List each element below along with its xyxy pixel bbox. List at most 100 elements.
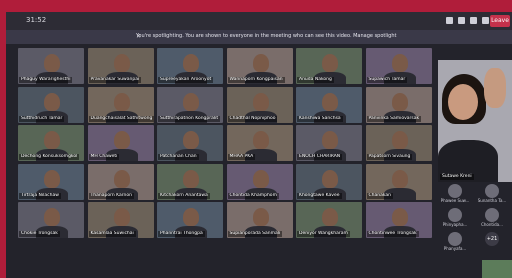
- participant-head: [252, 208, 269, 226]
- participant-tile[interactable]: Phaguy Wararighesthi: [18, 48, 84, 84]
- participant-tile[interactable]: Chontida Khamphom: [226, 163, 293, 200]
- meeting-timer: 31:52: [26, 16, 47, 24]
- participant-name: Pravanakar Suwanpai: [88, 77, 142, 83]
- participant-head: [44, 169, 60, 188]
- camera-icon[interactable]: [470, 17, 477, 24]
- participant-tile[interactable]: Chadthal Nopniphoo: [226, 86, 293, 123]
- participant-tile[interactable]: Kitchakorn Anantawa: [157, 163, 223, 200]
- spotlight-banner: You're spotlighting. You are shown to ev…: [6, 30, 512, 44]
- participant-tile[interactable]: Chontinwee Trongsak: [365, 202, 432, 238]
- participant-name: Supianporada Sanmali: [227, 231, 283, 237]
- participant-tile[interactable]: Tirtraja Nilachaw: [18, 163, 84, 200]
- participant-name: Tirtraja Nilachaw: [19, 192, 61, 199]
- participant-tile[interactable]: ENOCH CHARIRAN: [296, 125, 362, 161]
- participant-tile[interactable]: Chokie Trongsak: [18, 202, 84, 238]
- chat-icon[interactable]: [446, 17, 453, 24]
- participant-head: [322, 92, 338, 111]
- participant-name: Papatsorn Sivaung: [366, 154, 413, 160]
- leave-button[interactable]: Leave: [490, 15, 510, 27]
- avatar: [448, 232, 462, 246]
- participant-tile[interactable]: Anuda Nakong: [296, 48, 362, 84]
- participant-name: ENOCH CHARIRAN: [297, 154, 343, 160]
- participant-head: [113, 131, 130, 149]
- participant-tile[interactable]: Deniyor Wangkharam: [296, 202, 362, 238]
- side-participant[interactable]: Phinyapha...: [438, 208, 472, 230]
- participant-head: [113, 169, 130, 188]
- side-participant[interactable]: Phawee Suw...: [438, 184, 472, 206]
- avatar: [448, 184, 462, 198]
- participant-tile[interactable]: Sutthirapatnon Kongpralit: [157, 86, 223, 123]
- participant-tile[interactable]: Dechong Konsuksomgkol: [18, 125, 84, 161]
- participant-name: Duangchaisalat Sathitwong: [88, 115, 154, 122]
- participant-head: [391, 169, 408, 188]
- participant-tile[interactable]: Khongtawe Kavee: [296, 163, 362, 200]
- avatar: [485, 208, 499, 222]
- side-participant[interactable]: Phanyafa...: [438, 232, 472, 254]
- participant-tile[interactable]: Sutthidruch Tamar: [18, 86, 84, 123]
- participant-head: [252, 169, 269, 188]
- side-participant[interactable]: +21: [475, 232, 509, 254]
- participant-tile[interactable]: Patchanan Chan: [157, 125, 223, 161]
- participant-name: Anuda Nakong: [297, 77, 334, 83]
- mic-icon[interactable]: [482, 17, 489, 24]
- video-grid: Phaguy Wararighesthi Pravanakar Suwanpai S…: [18, 48, 436, 278]
- participant-head: [183, 208, 199, 226]
- participant-name: Chontida Khamphom: [227, 192, 279, 199]
- participant-tile[interactable]: MHAA PKA: [226, 125, 293, 161]
- people-icon[interactable]: [458, 17, 465, 24]
- participant-tile[interactable]: Kasamlaa Suwichai: [87, 202, 154, 238]
- side-participant[interactable]: Chontida...: [475, 208, 509, 230]
- avatar: [448, 208, 462, 222]
- participant-head: [391, 54, 408, 72]
- participant-head: [113, 54, 130, 72]
- participant-name: Thanaporn Karnon: [88, 192, 134, 199]
- teams-meeting-window: 31:52 Leave You're spotlighting. You are…: [6, 12, 512, 278]
- participant-head: [322, 208, 338, 226]
- participant-name: Supawich Tamar: [366, 77, 408, 83]
- spotlight-video[interactable]: Sutawe Kreni: [438, 60, 512, 182]
- participant-tile[interactable]: Panvinka Samiovarsak: [365, 86, 432, 123]
- participant-tile[interactable]: Papatsorn Sivaung: [365, 125, 432, 161]
- side-participant-name: Chontida...: [481, 222, 503, 227]
- participant-name: Kanshiwa Sanchsa: [297, 115, 343, 122]
- side-participant-name: Phinyapha...: [442, 222, 468, 227]
- participant-name: MHAA PKA: [227, 154, 256, 160]
- side-participant[interactable]: Sunantha Ta...: [475, 184, 509, 206]
- participant-name: Kitchakorn Anantawa: [158, 192, 210, 199]
- self-preview[interactable]: [482, 260, 512, 278]
- participant-name: Panvinka Samiovarsak: [366, 115, 422, 122]
- participant-tile[interactable]: Phanntrai Thongpa: [157, 202, 223, 238]
- participant-tile[interactable]: MH Chaweti: [87, 125, 154, 161]
- side-participant-name: Phanyafa...: [443, 246, 467, 251]
- participant-tile[interactable]: Supawich Tamar: [365, 48, 432, 84]
- participant-tile[interactable]: Thanaporn Karnon: [87, 163, 154, 200]
- spotlight-hand: [484, 68, 506, 108]
- participant-head: [391, 131, 408, 149]
- participant-head: [44, 54, 60, 72]
- participant-name: Wannaporn Kongpaisan: [227, 77, 285, 83]
- spotlight-face: [448, 84, 478, 120]
- avatar: [485, 184, 499, 198]
- participant-head: [44, 92, 60, 111]
- participant-tile[interactable]: Supianporada Sanmali: [226, 202, 293, 238]
- participant-head: [183, 131, 199, 149]
- participant-head: [183, 54, 199, 72]
- participant-name: Chanakan: [366, 192, 393, 199]
- participant-head: [44, 208, 60, 226]
- participant-name: MH Chaweti: [88, 154, 120, 160]
- participant-name: Kasamlaa Suwichai: [88, 231, 136, 237]
- participant-tile[interactable]: Duangchaisalat Sathitwong: [87, 86, 154, 123]
- participant-tile[interactable]: Wannaporn Kongpaisan: [226, 48, 293, 84]
- participant-tile[interactable]: Supreeyakan Aroonyot: [157, 48, 223, 84]
- participant-name: Sutthidruch Tamar: [19, 115, 65, 122]
- participant-head: [391, 208, 408, 226]
- participant-name: Deniyor Wangkharam: [297, 231, 350, 237]
- close-icon[interactable]: ✕: [136, 33, 506, 40]
- participant-head: [113, 92, 130, 111]
- participant-head: [322, 169, 338, 188]
- participant-head: [322, 54, 338, 72]
- participant-tile[interactable]: Kanshiwa Sanchsa: [296, 86, 362, 123]
- participant-tile[interactable]: Pravanakar Suwanpai: [87, 48, 154, 84]
- participant-tile[interactable]: Chanakan: [365, 163, 432, 200]
- participant-name: Dechong Konsuksomgkol: [19, 154, 80, 160]
